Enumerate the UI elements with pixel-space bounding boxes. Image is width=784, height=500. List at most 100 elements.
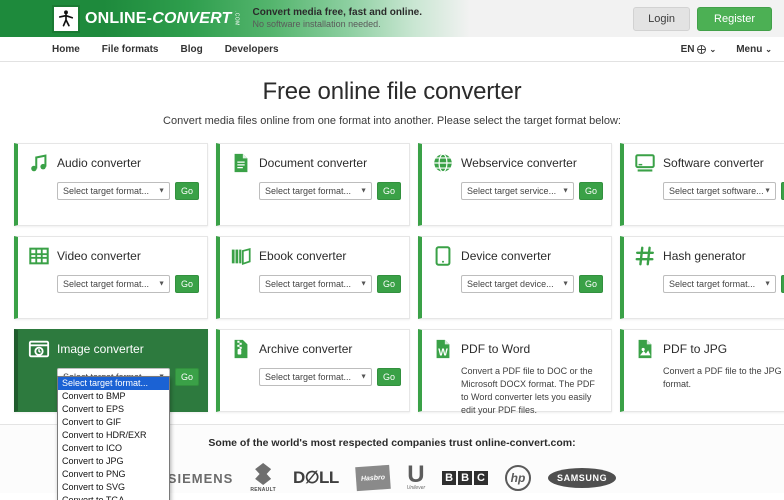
dropdown-option[interactable]: Convert to PNG: [58, 468, 169, 481]
menu-label: Menu: [736, 44, 762, 55]
card-controls: Select target format...▼ Go: [57, 275, 199, 293]
site-logo[interactable]: ONLINE-CONVERT .COM: [52, 5, 239, 33]
converter-card-pdf-to-word[interactable]: WPDF to WordConvert a PDF file to DOC or…: [418, 329, 612, 412]
go-button[interactable]: Go: [579, 182, 603, 200]
converter-card-pdf-to-jpg[interactable]: PDF to JPGConvert a PDF file to the JPG …: [620, 329, 784, 412]
language-label: EN: [681, 44, 695, 55]
company-logo-hp: hp: [505, 465, 531, 491]
hash-icon: [634, 245, 656, 267]
target-format-dropdown-list[interactable]: Select target format...Convert to BMPCon…: [57, 376, 170, 500]
target-format-select[interactable]: Select target format... ▼: [259, 368, 372, 386]
converter-card-audio-converter[interactable]: Audio converter Select target format...▼ G…: [14, 143, 208, 226]
go-button[interactable]: Go: [377, 182, 401, 200]
converter-card-ebook-converter[interactable]: Ebook converter Select target format... ▼ G…: [216, 236, 410, 319]
card-header: Document converter: [230, 152, 401, 174]
target-format-select[interactable]: Select target format...▼: [57, 275, 170, 293]
nav-item-developers[interactable]: Developers: [225, 44, 279, 55]
go-button[interactable]: Go: [175, 275, 199, 293]
chevron-down-icon: ▼: [764, 188, 771, 195]
dropdown-option[interactable]: Convert to SVG: [58, 481, 169, 494]
logo-text-online: ONLINE-: [85, 10, 152, 27]
card-controls: Select target format...▼ Go: [57, 182, 199, 200]
card-header: Device converter: [432, 245, 603, 267]
card-header: PDF to JPG: [634, 338, 784, 360]
dropdown-option[interactable]: Convert to BMP: [58, 390, 169, 403]
card-header: Webservice converter: [432, 152, 603, 174]
converter-card-software-converter[interactable]: Software converter Select target software…: [620, 143, 784, 226]
logo-text-convert: CONVERT: [152, 10, 231, 27]
menu-button[interactable]: Menu ⌄: [736, 44, 772, 55]
renault-diamond-icon: [255, 463, 271, 485]
chevron-down-icon: ▼: [158, 281, 165, 288]
dropdown-option[interactable]: Convert to GIF: [58, 416, 169, 429]
register-button[interactable]: Register: [697, 7, 772, 31]
converter-card-webservice-converter[interactable]: Webservice converter Select target servic…: [418, 143, 612, 226]
target-format-select[interactable]: Select target format...▼: [663, 275, 776, 293]
select-value: Select target format...: [265, 279, 351, 289]
nav-item-file-formats[interactable]: File formats: [102, 44, 159, 55]
header-tagline: Convert media free, fast and online. No …: [253, 6, 422, 31]
converter-card-device-converter[interactable]: Device converter Select target device...▼…: [418, 236, 612, 319]
target-format-select[interactable]: Select target format...▼: [259, 182, 372, 200]
chevron-down-icon: ▼: [562, 281, 569, 288]
chevron-down-icon: ▼: [360, 281, 367, 288]
chevron-down-icon: ▼: [360, 374, 367, 381]
company-logo-dell: D∅LL: [293, 468, 339, 488]
logo-text: RENAULT: [250, 487, 276, 493]
converter-card-document-converter[interactable]: Document converter Select target format..…: [216, 143, 410, 226]
dropdown-option[interactable]: Select target format...: [58, 377, 169, 390]
dropdown-option[interactable]: Convert to JPG: [58, 455, 169, 468]
converter-card-grid: Audio converter Select target format... ▼ G…: [0, 139, 784, 412]
page-subtitle: Convert media files online from one form…: [0, 115, 784, 127]
film-icon: [28, 245, 50, 267]
go-button[interactable]: Go: [377, 275, 401, 293]
dropdown-option[interactable]: Convert to EPS: [58, 403, 169, 416]
login-button[interactable]: Login: [633, 7, 690, 31]
card-header: Video converter: [28, 245, 199, 267]
card-controls: Select target format...▼Go: [663, 275, 784, 293]
books-icon: [230, 245, 252, 267]
language-selector[interactable]: EN ⌄: [681, 44, 717, 55]
card-description: Convert a PDF file to DOC or the Microso…: [461, 365, 603, 417]
converter-card-video-converter[interactable]: Video converter Select target format...▼ G…: [14, 236, 208, 319]
nav-right-group: EN ⌄ Menu ⌄: [681, 44, 772, 55]
company-logo-unilever: UUnilever: [407, 465, 425, 491]
card-header: Hash generator: [634, 245, 784, 267]
dropdown-option[interactable]: Convert to HDR/EXR: [58, 429, 169, 442]
target-format-select[interactable]: Select target format... ▼: [259, 275, 372, 293]
logo-text: BBC: [442, 471, 488, 485]
logo-text: Unilever: [407, 485, 425, 491]
running-man-logo-icon: [52, 5, 80, 33]
word-file-icon: W: [432, 338, 454, 360]
logo-text: SIEMENS: [168, 471, 234, 486]
target-format-select[interactable]: Select target device...▼: [461, 275, 574, 293]
card-title: PDF to Word: [461, 342, 530, 356]
nav-item-home[interactable]: Home: [52, 44, 80, 55]
target-format-select[interactable]: Select target software...▼: [663, 182, 776, 200]
go-button[interactable]: Go: [175, 368, 199, 386]
select-value: Select target format...: [265, 372, 351, 382]
target-format-select[interactable]: Select target format...▼: [57, 182, 170, 200]
card-controls: Select target service...▼ Go: [461, 182, 603, 200]
select-value: Select target format...: [669, 279, 755, 289]
converter-card-image-converter[interactable]: Image converterSelect target format...▼G…: [14, 329, 208, 412]
converter-card-archive-converter[interactable]: Archive converterSelect target format...…: [216, 329, 410, 412]
card-title: Ebook converter: [259, 249, 346, 263]
company-logo-hasbro: Hasbro: [356, 466, 390, 490]
converter-card-hash-generator[interactable]: Hash generator Select target format...▼Go: [620, 236, 784, 319]
svg-text:W: W: [438, 347, 448, 358]
card-title: Software converter: [663, 156, 764, 170]
dropdown-option[interactable]: Convert to TGA: [58, 494, 169, 500]
unilever-u-icon: U: [407, 465, 424, 485]
go-button[interactable]: Go: [377, 368, 401, 386]
dropdown-option[interactable]: Convert to ICO: [58, 442, 169, 455]
music-note-icon: [28, 152, 50, 174]
select-value: Select target service...: [467, 186, 556, 196]
go-button[interactable]: Go: [175, 182, 199, 200]
nav-item-blog[interactable]: Blog: [180, 44, 202, 55]
go-button[interactable]: Go: [579, 275, 603, 293]
card-header: Audio converter: [28, 152, 199, 174]
logo-text: D∅LL: [293, 468, 339, 488]
target-format-select[interactable]: Select target service...▼: [461, 182, 574, 200]
page-title: Free online file converter: [0, 78, 784, 106]
